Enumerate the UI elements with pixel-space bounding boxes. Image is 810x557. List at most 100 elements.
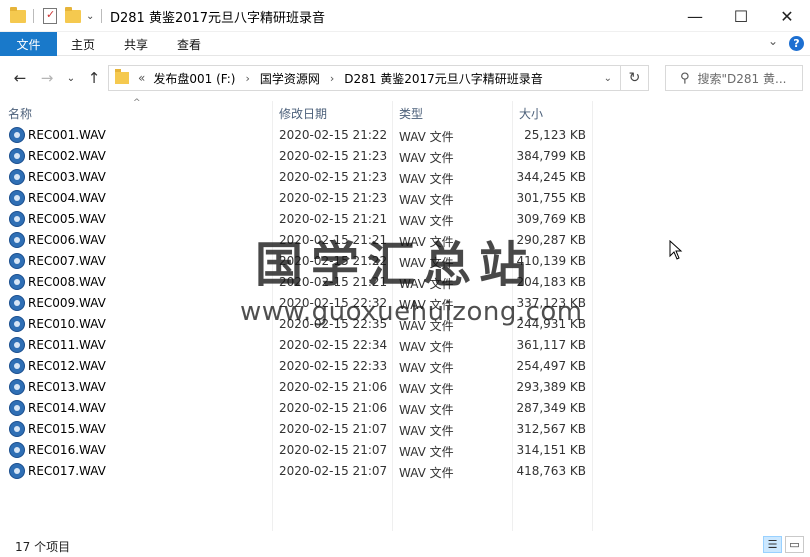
wav-file-icon [9,379,25,395]
file-row[interactable]: REC001.WAV 2020-02-15 21:22 WAV 文件 25,123 K… [0,125,600,146]
file-date: 2020-02-15 22:34 [279,338,388,352]
column-header-type[interactable]: 类型 [399,105,423,122]
search-placeholder: 搜索"D281 黄... [697,71,787,86]
file-type: WAV 文件 [399,151,454,165]
breadcrumb-overflow[interactable]: « [138,71,145,85]
file-row[interactable]: REC004.WAV 2020-02-15 21:23 WAV 文件 301,755 … [0,188,600,209]
file-type: WAV 文件 [399,445,454,459]
file-size: 418,763 KB [516,464,586,478]
navigation-bar: ← → ⌄ ↑ « 发布盘001 (F:) › 国学资源网 › D281 黄鉴2… [0,57,810,101]
file-date: 2020-02-15 21:22 [279,128,388,142]
forward-button[interactable]: → [37,68,57,88]
file-size: 309,769 KB [516,212,586,226]
search-input[interactable]: ⚲ 搜索"D281 黄... [665,65,803,91]
column-header-size[interactable]: 大小 [519,105,543,122]
minimize-button[interactable]: — [672,0,718,32]
file-size: 312,567 KB [516,422,586,436]
chevron-down-icon: ⌄ [66,72,76,84]
file-name: REC012.WAV [28,359,106,373]
file-row[interactable]: REC011.WAV 2020-02-15 22:34 WAV 文件 361,117 … [0,335,600,356]
wav-file-icon [9,232,25,248]
wav-file-icon [9,127,25,143]
tab-share[interactable]: 共享 [124,32,148,56]
file-name: REC009.WAV [28,296,106,310]
file-date: 2020-02-15 21:23 [279,149,388,163]
file-date: 2020-02-15 21:06 [279,380,388,394]
file-date: 2020-02-15 21:23 [279,170,388,184]
large-icons-view-button[interactable]: ▭ [785,536,804,553]
file-row[interactable]: REC002.WAV 2020-02-15 21:23 WAV 文件 384,799 … [0,146,600,167]
file-name: REC007.WAV [28,254,106,268]
file-name: REC013.WAV [28,380,106,394]
address-dropdown-icon[interactable]: ⌄ [604,73,612,84]
file-row[interactable]: REC012.WAV 2020-02-15 22:33 WAV 文件 254,497 … [0,356,600,377]
file-type: WAV 文件 [399,340,454,354]
up-button[interactable]: ↑ [84,68,104,88]
wav-file-icon [9,358,25,374]
file-type: WAV 文件 [399,361,454,375]
file-type: WAV 文件 [399,382,454,396]
close-icon: ✕ [780,6,794,26]
details-view-icon: ☰ [767,538,778,551]
wav-file-icon [9,148,25,164]
new-folder-icon[interactable] [65,6,81,25]
wav-file-icon [9,274,25,290]
tab-file[interactable]: 文件 [0,32,57,56]
file-type: WAV 文件 [399,193,454,207]
file-size: 25,123 KB [524,128,586,142]
file-name: REC017.WAV [28,464,106,478]
column-header-date[interactable]: 修改日期 [279,105,327,122]
column-headers: 名称 修改日期 类型 大小 [0,101,810,125]
file-row[interactable]: REC015.WAV 2020-02-15 21:07 WAV 文件 312,567 … [0,419,600,440]
back-button[interactable]: ← [10,68,30,88]
wav-file-icon [9,442,25,458]
breadcrumb-folder[interactable]: 国学资源网 [260,70,320,87]
customize-quick-access-icon[interactable]: ⌄ [86,7,94,25]
file-name: REC016.WAV [28,443,106,457]
file-type: WAV 文件 [399,424,454,438]
tiles-view-icon: ▭ [789,538,800,551]
wav-file-icon [9,211,25,227]
file-date: 2020-02-15 21:07 [279,443,388,457]
file-name: REC008.WAV [28,275,106,289]
file-name: REC004.WAV [28,191,106,205]
title-separator [33,9,34,23]
wav-file-icon [9,337,25,353]
file-row[interactable]: REC013.WAV 2020-02-15 21:06 WAV 文件 293,389 … [0,377,600,398]
help-icon[interactable]: ? [789,36,804,51]
file-date: 2020-02-15 21:07 [279,464,388,478]
address-bar[interactable]: « 发布盘001 (F:) › 国学资源网 › D281 黄鉴2017元旦八字精… [108,65,621,91]
title-separator [101,9,102,23]
item-count: 17 个项目 [15,540,71,554]
file-size: 314,151 KB [516,443,586,457]
wav-file-icon [9,421,25,437]
file-row[interactable]: REC017.WAV 2020-02-15 21:07 WAV 文件 418,763 … [0,461,600,482]
file-size: 254,497 KB [516,359,586,373]
column-header-name[interactable]: 名称 [8,105,32,122]
wav-file-icon [9,253,25,269]
recent-locations-button[interactable]: ⌄ [61,68,81,88]
ribbon-expand-icon[interactable]: ⌄ [768,34,778,48]
file-size: 384,799 KB [516,149,586,163]
properties-icon[interactable] [43,7,57,25]
breadcrumb-separator-icon[interactable]: › [245,72,249,85]
refresh-button[interactable]: ↻ [621,65,649,91]
maximize-button[interactable]: ☐ [718,0,764,32]
details-view-button[interactable]: ☰ [763,536,782,553]
breadcrumb-drive[interactable]: 发布盘001 (F:) [153,70,235,87]
breadcrumb-current[interactable]: D281 黄鉴2017元旦八字精研班录音 [344,70,543,87]
file-row[interactable]: REC003.WAV 2020-02-15 21:23 WAV 文件 344,245 … [0,167,600,188]
close-button[interactable]: ✕ [764,0,810,32]
file-size: 361,117 KB [516,338,586,352]
wav-file-icon [9,190,25,206]
folder-icon [10,6,26,25]
file-size: 293,389 KB [516,380,586,394]
tab-view[interactable]: 查看 [177,32,201,56]
file-row[interactable]: REC016.WAV 2020-02-15 21:07 WAV 文件 314,151 … [0,440,600,461]
wav-file-icon [9,463,25,479]
breadcrumb-separator-icon[interactable]: › [330,72,334,85]
watermark-chinese: 国学汇总站 [255,237,536,293]
search-icon: ⚲ [680,70,690,86]
tab-home[interactable]: 主页 [71,32,95,56]
file-row[interactable]: REC014.WAV 2020-02-15 21:06 WAV 文件 287,349 … [0,398,600,419]
